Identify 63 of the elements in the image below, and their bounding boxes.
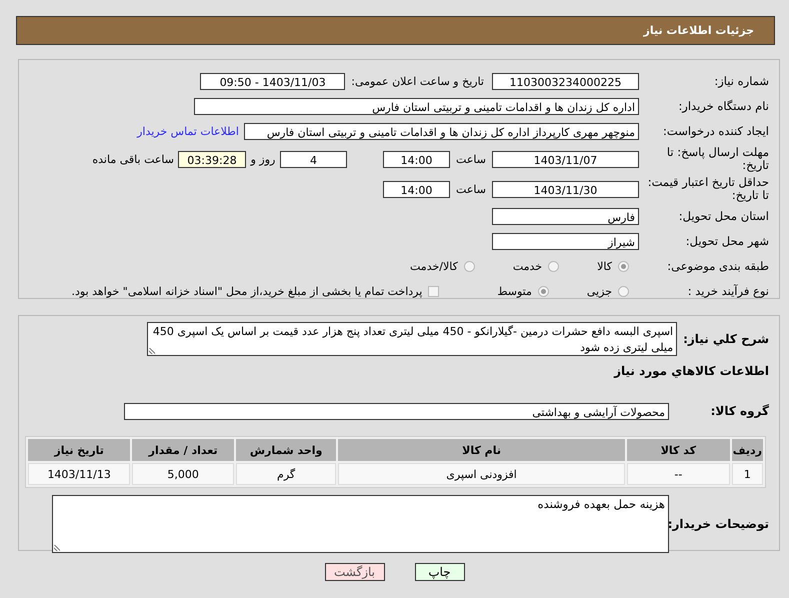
- province-field: فارس: [492, 208, 639, 225]
- contact-link[interactable]: اطلاعات تماس خریدار: [137, 125, 239, 138]
- resize-grip-icon[interactable]: [54, 545, 60, 551]
- table-cell: افزودنی اسپری: [338, 463, 625, 485]
- field-label: شماره نیاز:: [713, 75, 769, 88]
- checkbox-label: پرداخت تمام یا بخشی از مبلغ خرید،از محل "اسناد خزانه اسلامی" خواهد بود.: [72, 285, 422, 298]
- radio-button[interactable]: [618, 286, 629, 297]
- validity-time-field: 14:00: [383, 180, 450, 198]
- column-header: تعداد / مقدار: [132, 439, 234, 461]
- days-field: 4: [280, 150, 347, 168]
- radio-button[interactable]: [548, 261, 560, 272]
- requester-field: منوچهر مهری کارپرداز اداره کل زندان ها و اقدامات تامینی و تربیتی استان فارس: [244, 123, 639, 140]
- field-label: نوع فرآیند خرید :: [686, 285, 769, 298]
- radio-label: متوسط: [497, 285, 532, 298]
- field-label: نام دستگاه خریدار:: [677, 100, 769, 113]
- field-label: ساعت: [455, 182, 487, 196]
- deadline-date-field: 1403/11/07: [492, 150, 639, 168]
- city-field: شیراز: [492, 233, 639, 250]
- radio-label: جزیی: [586, 285, 612, 298]
- checkbox[interactable]: [428, 286, 440, 297]
- deadline-time-field: 14:00: [383, 150, 450, 168]
- radio-label: خدمت: [512, 260, 542, 273]
- field-label: شرح کلي نياز:: [683, 332, 769, 346]
- field-label: روز و: [249, 152, 276, 166]
- field-label: مهلت ارسال پاسخ: تا تاریخ:: [666, 146, 769, 172]
- buyer-notes-field[interactable]: هزینه حمل بعهده فروشنده: [52, 495, 669, 553]
- column-header: نام کالا: [338, 439, 625, 461]
- table-cell: گرم: [236, 463, 336, 485]
- radio-button[interactable]: [464, 261, 475, 272]
- radio-button[interactable]: [538, 286, 549, 297]
- column-header: ردیف: [732, 439, 763, 461]
- section-title: اطلاعات كالاهاي مورد نياز: [614, 364, 769, 378]
- field-label: ساعت باقی مانده: [92, 152, 175, 166]
- resize-grip-icon[interactable]: [149, 348, 156, 354]
- field-label: تاریخ و ساعت اعلان عمومی:: [350, 75, 485, 88]
- field-label: ساعت: [455, 152, 487, 166]
- column-header: واحد شمارش: [236, 439, 336, 461]
- radio-label: کالا/خدمت: [410, 260, 458, 273]
- column-header: تاریخ نیاز: [28, 439, 130, 461]
- back-button[interactable]: بازگشت: [324, 563, 384, 581]
- column-header: کد کالا: [626, 439, 730, 461]
- goods-group-field: محصولات آرایشی و بهداشتی: [124, 402, 669, 420]
- radio-button[interactable]: [618, 261, 629, 272]
- field-label: حداقل تاریخ اعتبار قیمت: تا تاریخ:: [646, 176, 769, 202]
- remaining-time-field: 03:39:28: [178, 150, 246, 168]
- field-label: گروه کالا:: [710, 404, 769, 418]
- description-field[interactable]: اسپری البسه دافع حشرات درمین -گیلارانکو - 450 میلی لیتری تعداد پنج هزار عدد قیمت بر اساس یک اسپری 450 میلی لیتری زده شود: [147, 322, 678, 356]
- field-label: شهر محل تحویل:: [684, 235, 769, 248]
- field-label: توضیحات خریدار:: [669, 517, 769, 531]
- page-title: جزئیات اطلاعات نیاز: [644, 24, 754, 37]
- announce-field: 1403/11/03 - 09:50: [200, 73, 346, 90]
- print-button[interactable]: چاپ: [414, 563, 464, 581]
- buyer-org-field: اداره کل زندان ها و اقدامات تامینی و تربیتی استان فارس: [194, 98, 639, 115]
- table-cell: 5,000: [132, 463, 234, 485]
- validity-date-field: 1403/11/30: [492, 180, 639, 198]
- table-cell: 1: [732, 463, 763, 485]
- table-cell: 1403/11/13: [28, 463, 130, 485]
- field-label: استان محل تحویل:: [678, 210, 769, 223]
- field-label: طبقه بندی موضوعی:: [666, 260, 769, 273]
- radio-label: کالا: [597, 260, 612, 273]
- field-label: ایجاد کننده درخواست:: [662, 125, 769, 138]
- table-cell: --: [626, 463, 730, 485]
- need-number-field: 1103003234000225: [492, 73, 639, 90]
